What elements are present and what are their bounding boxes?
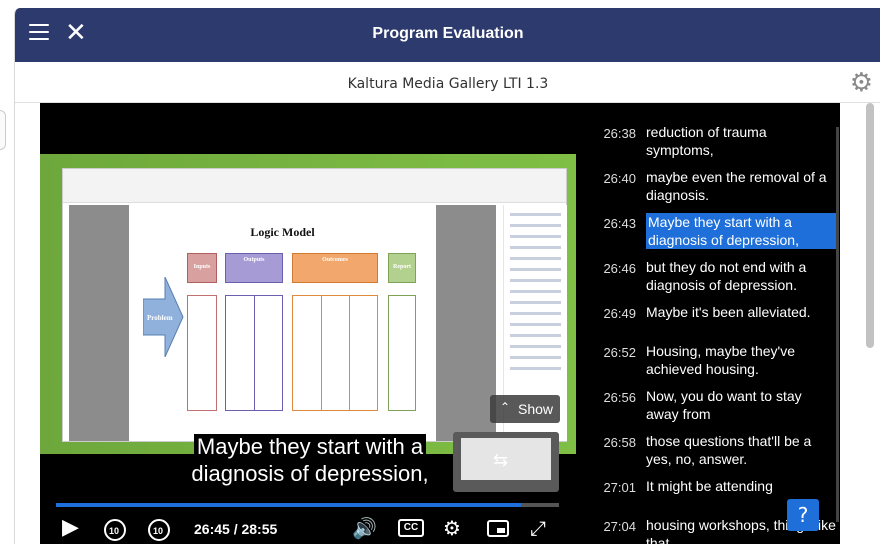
pdf-page: Logic Model Inputs Outputs Outcomes Repo… <box>129 205 436 441</box>
help-button[interactable]: ? <box>787 499 819 531</box>
transcript-text[interactable]: those questions that'll be a yes, no, an… <box>646 432 836 468</box>
show-button-label: Show <box>518 401 554 417</box>
transcript-scrollbar[interactable] <box>836 127 839 522</box>
play-icon[interactable]: ▶ <box>62 517 79 539</box>
pip-mode-icon[interactable] <box>486 517 510 543</box>
transcript-time[interactable]: 26:38 <box>596 126 636 141</box>
transcript-text[interactable]: maybe even the removal of a diagnosis. <box>646 168 836 204</box>
transcript-text[interactable]: Housing, maybe they've achieved housing. <box>646 342 836 378</box>
caption-line-2: diagnosis of depression, <box>188 461 432 486</box>
transcript-time[interactable]: 26:46 <box>596 261 636 276</box>
rewind-10-icon[interactable]: 10 <box>102 517 128 544</box>
outputs-column <box>225 295 283 411</box>
report-box: Report <box>388 253 416 283</box>
page-title: Program Evaluation <box>372 25 524 42</box>
caption-line-1: Maybe they start with a <box>193 434 427 459</box>
svg-text:10: 10 <box>153 526 163 536</box>
settings-icon[interactable]: ⚙ <box>443 517 461 539</box>
video-area[interactable]: Logic Model Inputs Outputs Outcomes Repo… <box>40 103 576 544</box>
transcript-time[interactable]: 26:58 <box>596 435 636 450</box>
progress-fill <box>56 503 522 507</box>
closed-caption: Maybe they start with a diagnosis of dep… <box>180 433 440 487</box>
outcomes-box: Outcomes <box>292 253 378 283</box>
transcript-text[interactable]: It might be attending <box>646 477 836 495</box>
report-column <box>388 295 416 411</box>
side-tab[interactable] <box>0 110 6 150</box>
player-controls: ▶ 10 10 26:45 / 28:55 🔊 CC ⚙ ⤢ <box>40 513 576 544</box>
problem-arrow: Problem <box>143 277 184 357</box>
transcript-time[interactable]: 26:56 <box>596 390 636 405</box>
show-button[interactable]: ⌃ Show <box>490 395 560 423</box>
time-display: 26:45 / 28:55 <box>194 521 278 537</box>
transcript-time[interactable]: 26:40 <box>596 171 636 186</box>
transcript-time[interactable]: 27:04 <box>596 519 636 534</box>
volume-icon[interactable]: 🔊 <box>352 517 377 539</box>
pdf-margin-left <box>69 205 129 441</box>
gear-icon[interactable]: ⚙ <box>850 68 873 98</box>
question-icon: ? <box>797 503 809 527</box>
transcript-text[interactable]: Now, you do want to stay away from <box>646 387 836 423</box>
fullscreen-icon[interactable]: ⤢ <box>530 517 546 539</box>
sub-header: Kaltura Media Gallery LTI 1.3 ⚙ <box>15 62 880 103</box>
transcript-text[interactable]: Maybe it's been alleviated. <box>646 303 836 321</box>
lti-label: Kaltura Media Gallery LTI 1.3 <box>347 76 549 92</box>
outcomes-column <box>292 295 378 411</box>
cc-button[interactable]: CC <box>398 519 424 537</box>
inputs-box: Inputs <box>187 253 217 283</box>
svg-text:10: 10 <box>109 526 119 536</box>
page-scrollbar[interactable] <box>859 103 879 544</box>
problem-label: Problem <box>147 314 173 322</box>
transcript-time[interactable]: 27:01 <box>596 480 636 495</box>
transcript-text[interactable]: Maybe they start with a diagnosis of dep… <box>646 213 836 249</box>
transcript-time[interactable]: 26:49 <box>596 306 636 321</box>
progress-bar[interactable] <box>56 503 559 507</box>
chevron-up-icon: ⌃ <box>500 400 511 414</box>
outputs-box: Outputs <box>225 253 283 283</box>
inputs-column <box>187 295 217 411</box>
swap-icon[interactable]: ⇆ <box>493 450 508 471</box>
picture-in-picture[interactable]: ⇆ <box>453 432 559 492</box>
transcript-text[interactable]: reduction of trauma symptoms, <box>646 123 836 159</box>
transcript-panel: 26:38 reduction of trauma symptoms, 26:40 m… <box>576 103 840 544</box>
page-scrollbar-thumb[interactable] <box>866 103 874 348</box>
transcript-text[interactable]: but they do not end with a diagnosis of … <box>646 258 836 294</box>
top-bar: ✕ Program Evaluation <box>15 8 880 62</box>
transcript-time[interactable]: 26:43 <box>596 216 636 231</box>
forward-10-icon[interactable]: 10 <box>146 517 172 544</box>
slide-title: Logic Model <box>250 225 315 239</box>
transcript-time[interactable]: 26:52 <box>596 345 636 360</box>
pdf-margin-right <box>436 205 496 441</box>
player-stage: Logic Model Inputs Outputs Outcomes Repo… <box>40 103 840 544</box>
pdf-toolbar <box>63 169 566 203</box>
